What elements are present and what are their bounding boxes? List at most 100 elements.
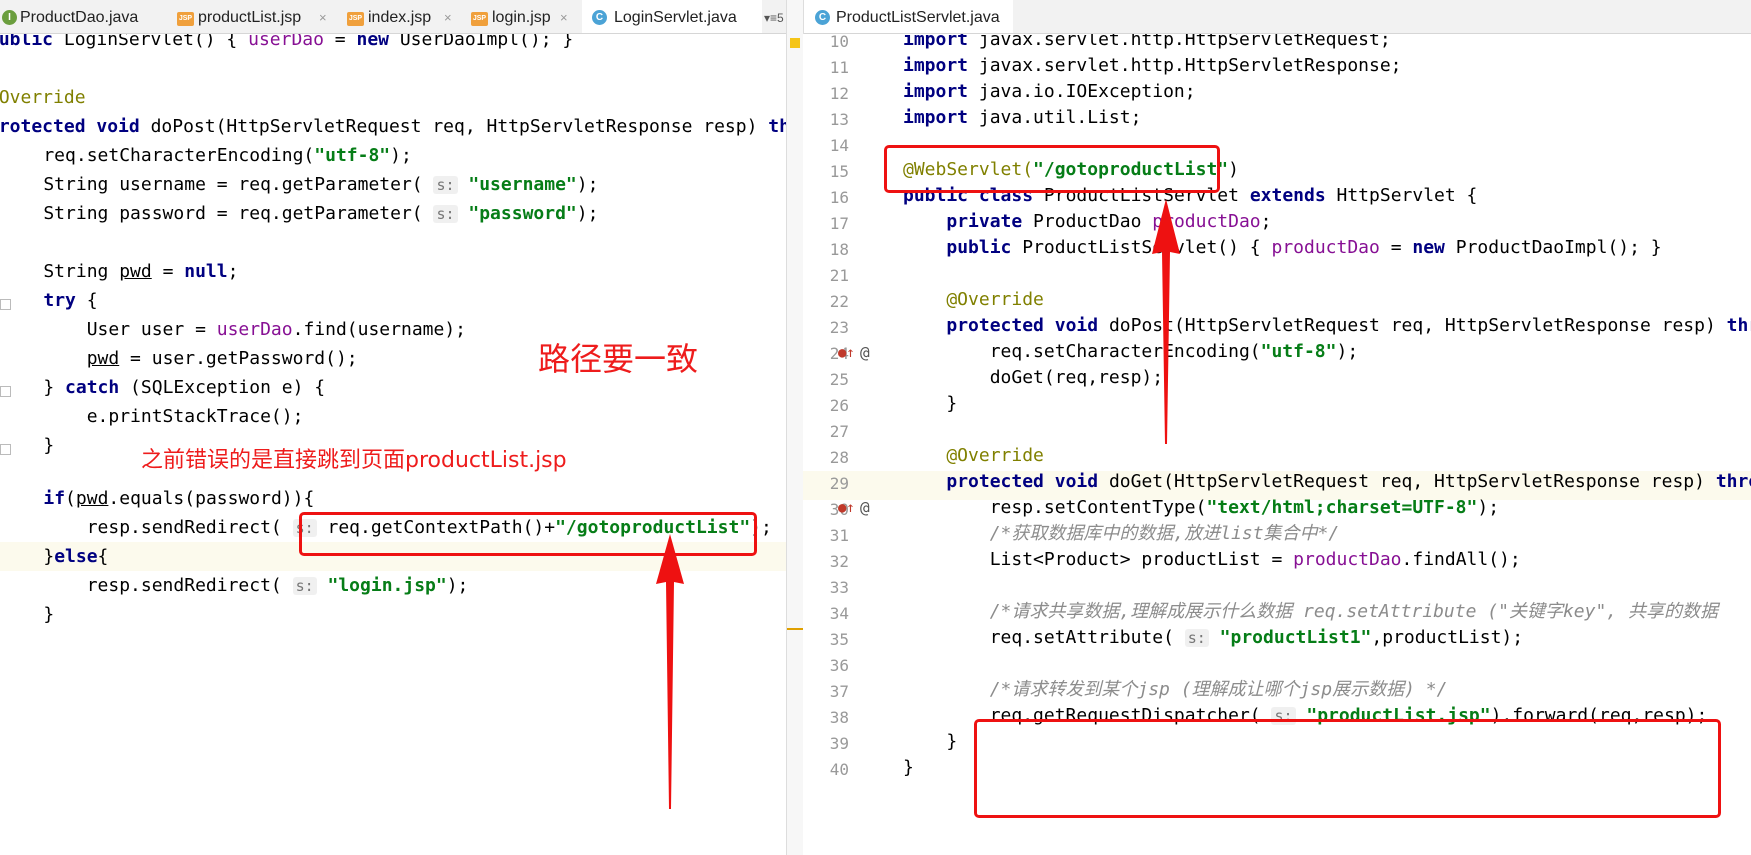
line-number: 21 xyxy=(829,266,849,285)
left-editor[interactable]: public LoginServlet() { userDao = new Us… xyxy=(0,34,786,855)
code-line: import java.io.IOException; xyxy=(903,81,1196,102)
close-icon[interactable]: × xyxy=(444,0,452,33)
code-line: } catch (SQLException e) { xyxy=(0,377,326,398)
interface-file-icon: I xyxy=(2,10,17,25)
tab-label: index.jsp xyxy=(368,9,432,26)
code-line: protected void doPost(HttpServletRequest… xyxy=(0,116,786,137)
tab-label: login.jsp xyxy=(492,9,551,26)
code-line: String pwd = null; xyxy=(0,261,239,282)
code-line: import javax.servlet.http.HttpServletReq… xyxy=(903,34,1391,50)
line-number: 39 xyxy=(829,734,849,753)
close-icon[interactable]: × xyxy=(560,0,568,33)
code-line: @Override xyxy=(0,87,86,108)
code-line: } xyxy=(903,731,958,752)
override-icon[interactable]: ●↑ xyxy=(838,500,855,516)
code-line: e.printStackTrace(); xyxy=(0,406,304,427)
annotation-at-icon: @ xyxy=(860,343,870,362)
left-tab-bar: I ProductDao.java JSP productList.jsp × … xyxy=(0,0,786,34)
code-line: private ProductDao productDao; xyxy=(946,211,1272,232)
code-line: import java.util.List; xyxy=(903,107,1142,128)
editor-splitter[interactable] xyxy=(786,0,804,855)
code-line: @WebServlet("/gotoproductList") xyxy=(903,159,1239,180)
line-number: 37 xyxy=(829,682,849,701)
line-number: 14 xyxy=(829,136,849,155)
line-number: 40 xyxy=(829,760,849,779)
code-line: } xyxy=(903,393,958,414)
code-line: req.setCharacterEncoding("utf-8"); xyxy=(0,145,412,166)
code-line: protected void doGet(HttpServletRequest … xyxy=(946,471,1751,492)
code-line: String password = req.getParameter( s: "… xyxy=(0,203,599,224)
code-line: resp.sendRedirect( s: "login.jsp"); xyxy=(0,575,469,596)
code-line: if(pwd.equals(password)){ xyxy=(43,488,315,509)
line-number: 18 xyxy=(829,240,849,259)
tab-label: ProductListServlet.java xyxy=(836,9,1000,26)
line-number: 35 xyxy=(829,630,849,649)
annotation-error-note: 之前错误的是直接跳到页面productList.jsp xyxy=(141,448,567,473)
line-number: 26 xyxy=(829,396,849,415)
fold-marker[interactable] xyxy=(0,299,11,310)
code-line: }else{ xyxy=(0,546,109,567)
tab-label: LoginServlet.java xyxy=(614,9,737,26)
line-number: 23 xyxy=(829,318,849,337)
code-line: resp.setContentType("text/html;charset=U… xyxy=(903,497,1500,518)
tab-login-jsp[interactable]: JSP login.jsp × xyxy=(468,0,580,33)
code-line: String username = req.getParameter( s: "… xyxy=(0,174,599,195)
jsp-file-icon: JSP xyxy=(177,12,194,26)
code-line: pwd = user.getPassword(); xyxy=(86,348,358,369)
annotation-arrow-left xyxy=(656,534,684,809)
tab-overflow-menu[interactable]: ▾≡5 xyxy=(764,0,784,33)
code-line: req.setCharacterEncoding("utf-8"); xyxy=(903,341,1359,362)
override-icon[interactable]: ●↑ xyxy=(838,345,855,361)
tab-productlist-jsp[interactable]: JSP productList.jsp × xyxy=(174,0,340,33)
code-line: @Override xyxy=(903,289,1044,310)
line-number: 16 xyxy=(829,188,849,207)
line-number: 36 xyxy=(829,656,849,675)
tab-productdao-java[interactable]: I ProductDao.java xyxy=(0,0,170,33)
scroll-marker xyxy=(790,38,800,48)
right-editor[interactable]: 10 import javax.servlet.http.HttpServletR… xyxy=(803,34,1751,855)
tab-label: productList.jsp xyxy=(198,9,302,26)
code-line: @Override xyxy=(903,445,1044,466)
code-line: req.setAttribute( s: "productList1",prod… xyxy=(903,627,1524,648)
code-line: req.getRequestDispatcher( s: "productLis… xyxy=(903,705,1708,726)
line-number: 38 xyxy=(829,708,849,727)
line-number: 32 xyxy=(829,552,849,571)
tab-productlistservlet-java[interactable]: C ProductListServlet.java xyxy=(803,0,1013,33)
code-line: /*获取数据库中的数据,放进list集合中*/ xyxy=(903,523,1340,544)
line-number: 25 xyxy=(829,370,849,389)
annotation-arrow-right xyxy=(1152,199,1180,444)
line-number: 12 xyxy=(829,84,849,103)
code-line: User user = userDao.find(username); xyxy=(0,319,466,340)
fold-marker[interactable] xyxy=(0,444,11,455)
line-number: 22 xyxy=(829,292,849,311)
line-number: 31 xyxy=(829,526,849,545)
jsp-file-icon: JSP xyxy=(471,12,488,26)
line-number: 28 xyxy=(829,448,849,467)
line-number: 34 xyxy=(829,604,849,623)
line-number: 17 xyxy=(829,214,849,233)
right-tab-bar: C ProductListServlet.java xyxy=(803,0,1751,34)
close-icon[interactable]: × xyxy=(319,0,327,33)
code-line: public LoginServlet() { userDao = new Us… xyxy=(0,34,574,50)
code-line: List<Product> productList = productDao.f… xyxy=(903,549,1521,570)
tab-index-jsp[interactable]: JSP index.jsp × xyxy=(344,0,466,33)
code-line: /*请求共享数据,理解成展示什么数据 req.setAttribute ("关键… xyxy=(903,601,1718,622)
code-line: } xyxy=(903,757,914,778)
code-line: } xyxy=(0,604,55,625)
fold-marker[interactable] xyxy=(0,386,11,397)
annotation-path-note: 路径要一致 xyxy=(538,340,699,378)
tab-loginservlet-java[interactable]: C LoginServlet.java xyxy=(582,0,762,33)
scroll-marker xyxy=(787,628,803,630)
line-number: 33 xyxy=(829,578,849,597)
tab-label: ProductDao.java xyxy=(20,9,139,26)
annotation-at-icon: @ xyxy=(860,498,870,517)
code-line: try { xyxy=(43,290,98,311)
line-number: 13 xyxy=(829,110,849,129)
code-line: doGet(req,resp); xyxy=(903,367,1164,388)
code-line: public class ProductListServlet extends … xyxy=(903,185,1478,206)
line-number: 11 xyxy=(829,58,849,77)
line-number: 15 xyxy=(829,162,849,181)
code-line: import javax.servlet.http.HttpServletRes… xyxy=(903,55,1402,76)
class-file-icon: C xyxy=(815,10,830,25)
class-file-icon: C xyxy=(592,10,607,25)
